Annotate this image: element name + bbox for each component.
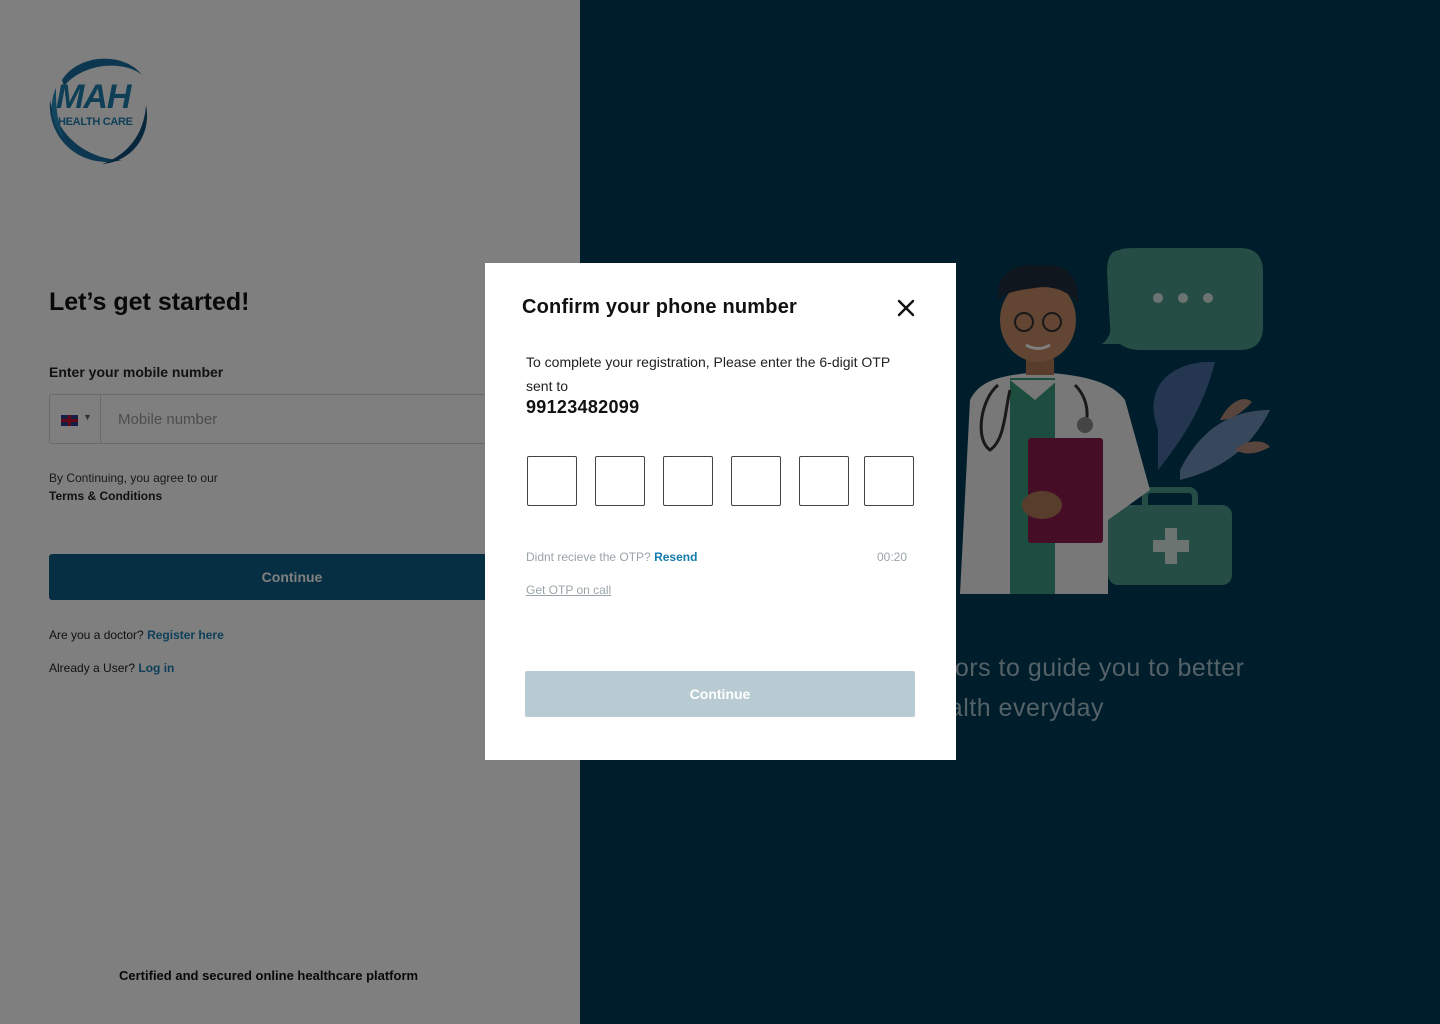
otp-digit-2[interactable] [595,456,645,506]
mobile-number-label: Enter your mobile number [49,364,224,380]
doctor-register-line: Are you a doctor? Register here [49,628,224,642]
logo-subtitle: HEALTH CARE [58,116,133,128]
close-icon[interactable] [895,297,917,319]
modal-title: Confirm your phone number [522,296,797,318]
country-code-selector[interactable]: ▼ [50,395,101,443]
otp-digit-3[interactable] [663,456,713,506]
mobile-number-input[interactable] [110,395,550,443]
mah-health-care-logo: MAH HEALTH CARE [42,50,154,168]
resend-otp-line: Didnt recieve the OTP? Resend [526,550,697,564]
otp-digit-6[interactable] [864,456,914,506]
tagline-line-1: octors to guide you to better [920,654,1245,682]
get-otp-on-call-link[interactable]: Get OTP on call [526,583,611,597]
uk-flag-icon [61,415,78,426]
user-prompt: Already a User? [49,661,136,675]
chevron-down-icon: ▼ [83,412,92,422]
register-here-link[interactable]: Register here [147,628,224,642]
terms-prefix: By Continuing, you agree to our [49,471,218,485]
otp-digit-1[interactable] [527,456,577,506]
otp-digit-4[interactable] [731,456,781,506]
existing-user-line: Already a User? Log in [49,661,174,675]
terms-link[interactable]: Terms & Conditions [49,489,162,503]
log-in-link[interactable]: Log in [138,661,174,675]
footer-certification: Certified and secured online healthcare … [119,968,419,983]
resend-prompt: Didnt recieve the OTP? [526,550,651,564]
confirm-phone-modal: Confirm your phone number To complete yo… [485,263,956,760]
page-title: Let’s get started! [49,288,250,316]
modal-continue-button[interactable]: Continue [525,671,915,717]
promo-tagline: octors to guide you to better health eve… [920,648,1420,728]
logo-wordmark: MAH [56,78,131,116]
otp-instructions: To complete your registration, Please en… [526,354,890,394]
otp-digit-5[interactable] [799,456,849,506]
otp-countdown-timer: 00:20 [877,550,908,564]
phone-number-display: 99123482099 [526,397,640,417]
tagline-line-2: health everyday [920,694,1105,722]
resend-link[interactable]: Resend [654,550,697,564]
doctor-prompt: Are you a doctor? [49,628,144,642]
